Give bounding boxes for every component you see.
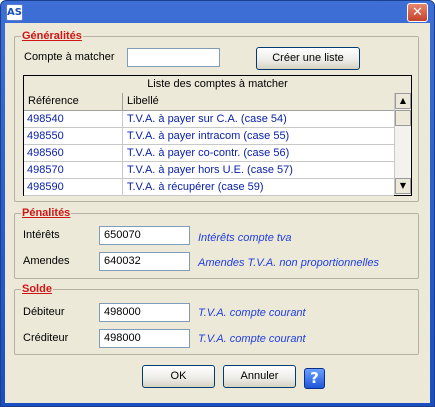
compte-input[interactable]	[127, 48, 220, 67]
debiteur-input[interactable]: 498000	[99, 303, 190, 322]
cell-libelle: T.V.A. à payer hors U.E. (case 57)	[127, 164, 293, 176]
arrow-up-icon[interactable]: ▲	[395, 93, 411, 109]
arrow-down-icon[interactable]: ▼	[395, 178, 411, 194]
cell-libelle: T.V.A. à payer intracom (case 55)	[127, 130, 290, 142]
column-header-reference[interactable]: Référence	[24, 93, 123, 110]
cell-reference: 498550	[24, 128, 123, 144]
grid-header: Référence Libellé	[24, 93, 394, 111]
crediteur-input[interactable]: 498000	[99, 329, 190, 348]
cell-reference: 498570	[24, 162, 123, 178]
debiteur-hint: T.V.A. compte courant	[198, 307, 306, 319]
create-list-button[interactable]: Créer une liste	[256, 47, 360, 70]
ok-button[interactable]: OK	[142, 365, 215, 388]
column-header-libelle[interactable]: Libellé	[123, 93, 394, 110]
compte-label: Compte à matcher	[24, 51, 115, 63]
dialog-body: Généralités Compte à matcher Créer une l…	[5, 23, 430, 403]
title-bar[interactable]: AS ✕	[1, 1, 434, 23]
crediteur-hint: T.V.A. compte courant	[198, 333, 306, 345]
cell-reference: 498540	[24, 111, 123, 127]
scrollbar-thumb[interactable]	[395, 110, 411, 126]
cell-reference: 498590	[24, 179, 123, 195]
solde-legend: Solde	[21, 283, 53, 295]
close-icon[interactable]: ✕	[407, 3, 428, 22]
accounts-grid[interactable]: Liste des comptes à matcher Référence Li…	[23, 75, 412, 196]
interets-label: Intérêts	[23, 229, 60, 241]
cell-reference: 498560	[24, 145, 123, 161]
amendes-hint: Amendes T.V.A. non proportionnelles	[198, 257, 380, 269]
cell-libelle: T.V.A. à payer sur C.A. (case 54)	[127, 113, 287, 125]
table-row[interactable]: 498590 T.V.A. à récupérer (case 59)	[24, 179, 394, 196]
penalites-legend: Pénalités	[21, 207, 72, 219]
interets-input[interactable]: 650070	[99, 226, 190, 245]
help-icon[interactable]: ?	[304, 368, 325, 389]
interets-hint: Intérêts compte tva	[198, 232, 292, 244]
grid-rows: 498540 T.V.A. à payer sur C.A. (case 54)…	[24, 111, 394, 196]
cell-libelle: T.V.A. à payer co-contr. (case 56)	[127, 147, 290, 159]
generalites-legend: Généralités	[21, 30, 83, 42]
crediteur-label: Créditeur	[23, 332, 69, 344]
vertical-scrollbar[interactable]: ▲ ▼	[394, 93, 411, 195]
cancel-button[interactable]: Annuler	[223, 365, 296, 388]
amendes-input[interactable]: 640032	[99, 252, 190, 271]
dialog-window: AS ✕ Généralités Compte à matcher Créer …	[0, 0, 435, 407]
table-row[interactable]: 498570 T.V.A. à payer hors U.E. (case 57…	[24, 162, 394, 179]
debiteur-label: Débiteur	[23, 306, 65, 318]
grid-caption: Liste des comptes à matcher	[24, 76, 411, 94]
app-icon: AS	[6, 4, 23, 21]
cell-libelle: T.V.A. à récupérer (case 59)	[127, 181, 264, 193]
table-row[interactable]: 498550 T.V.A. à payer intracom (case 55)	[24, 128, 394, 145]
amendes-label: Amendes	[23, 255, 70, 267]
table-row[interactable]: 498540 T.V.A. à payer sur C.A. (case 54)	[24, 111, 394, 128]
table-row[interactable]: 498560 T.V.A. à payer co-contr. (case 56…	[24, 145, 394, 162]
